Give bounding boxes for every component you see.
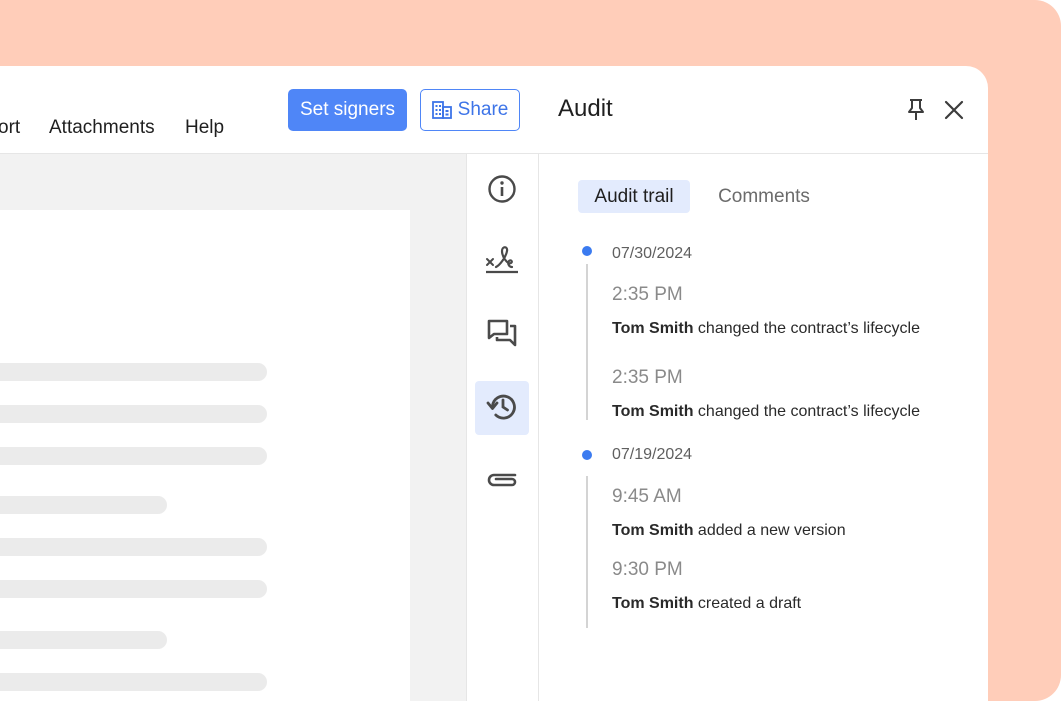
comments-icon	[486, 317, 518, 354]
entry-description: Tom Smith created a draft	[612, 595, 801, 613]
building-icon	[431, 101, 452, 119]
entry-user: Tom Smith	[612, 595, 694, 612]
entry-time: 2:35 PM	[612, 367, 683, 388]
signature-icon	[484, 243, 520, 284]
close-button[interactable]	[941, 97, 967, 123]
document-text-placeholder	[0, 363, 267, 381]
timeline-date: 07/30/2024	[612, 245, 693, 262]
close-icon	[941, 100, 967, 127]
document-text-placeholder	[0, 496, 167, 514]
timeline-line	[586, 476, 588, 628]
entry-action: changed the contract’s lifecycle	[693, 403, 920, 420]
entry-time: 2:35 PM	[612, 284, 683, 305]
entry-description: Tom Smith changed the contract’s lifecyc…	[612, 403, 920, 421]
rail-button-comments[interactable]	[475, 308, 529, 362]
entry-action: created a draft	[693, 595, 802, 612]
entry-user: Tom Smith	[612, 320, 694, 337]
rail-button-info[interactable]	[475, 164, 529, 218]
entry-description: Tom Smith added a new version	[612, 522, 846, 540]
document-text-placeholder	[0, 538, 267, 556]
menu-item-help[interactable]: Help	[185, 117, 224, 139]
entry-action: changed the contract’s lifecycle	[693, 320, 920, 337]
document-text-placeholder	[0, 673, 267, 691]
rail-button-history[interactable]	[475, 381, 529, 435]
timeline-date: 07/19/2024	[612, 446, 693, 463]
menu-item-attachments[interactable]: Attachments	[49, 117, 155, 139]
rail-button-attachments[interactable]	[475, 454, 529, 508]
history-icon	[486, 390, 518, 427]
attachment-icon	[485, 469, 519, 494]
timeline-dot	[582, 450, 592, 460]
menu-item-import[interactable]: ort	[0, 117, 20, 139]
entry-user: Tom Smith	[612, 403, 694, 420]
pin-button[interactable]	[903, 97, 929, 123]
document-text-placeholder	[0, 580, 267, 598]
share-label: Share	[457, 99, 509, 120]
timeline-dot	[582, 246, 592, 256]
document-canvas	[0, 154, 466, 701]
share-button[interactable]: Share	[420, 89, 520, 131]
set-signers-button[interactable]: Set signers	[288, 89, 407, 131]
set-signers-label: Set signers	[299, 99, 396, 120]
document-text-placeholder	[0, 447, 267, 465]
document-text-placeholder	[0, 631, 167, 649]
entry-action: added a new version	[693, 522, 846, 539]
side-icon-rail	[466, 154, 539, 701]
entry-user: Tom Smith	[612, 522, 694, 539]
document-text-placeholder	[0, 405, 267, 423]
pin-icon	[903, 99, 929, 127]
app-window: ort Attachments Help Set signers Share A…	[0, 66, 988, 701]
tab-audit-trail[interactable]: Audit trail	[578, 180, 690, 213]
info-icon	[487, 174, 517, 209]
tab-comments[interactable]: Comments	[700, 180, 828, 213]
entry-description: Tom Smith changed the contract’s lifecyc…	[612, 320, 920, 338]
panel-title: Audit	[558, 95, 613, 122]
document-page	[0, 210, 410, 701]
entry-time: 9:30 PM	[612, 559, 683, 580]
entry-time: 9:45 AM	[612, 486, 682, 507]
rail-button-signatures[interactable]	[475, 236, 529, 290]
timeline-line	[586, 264, 588, 420]
